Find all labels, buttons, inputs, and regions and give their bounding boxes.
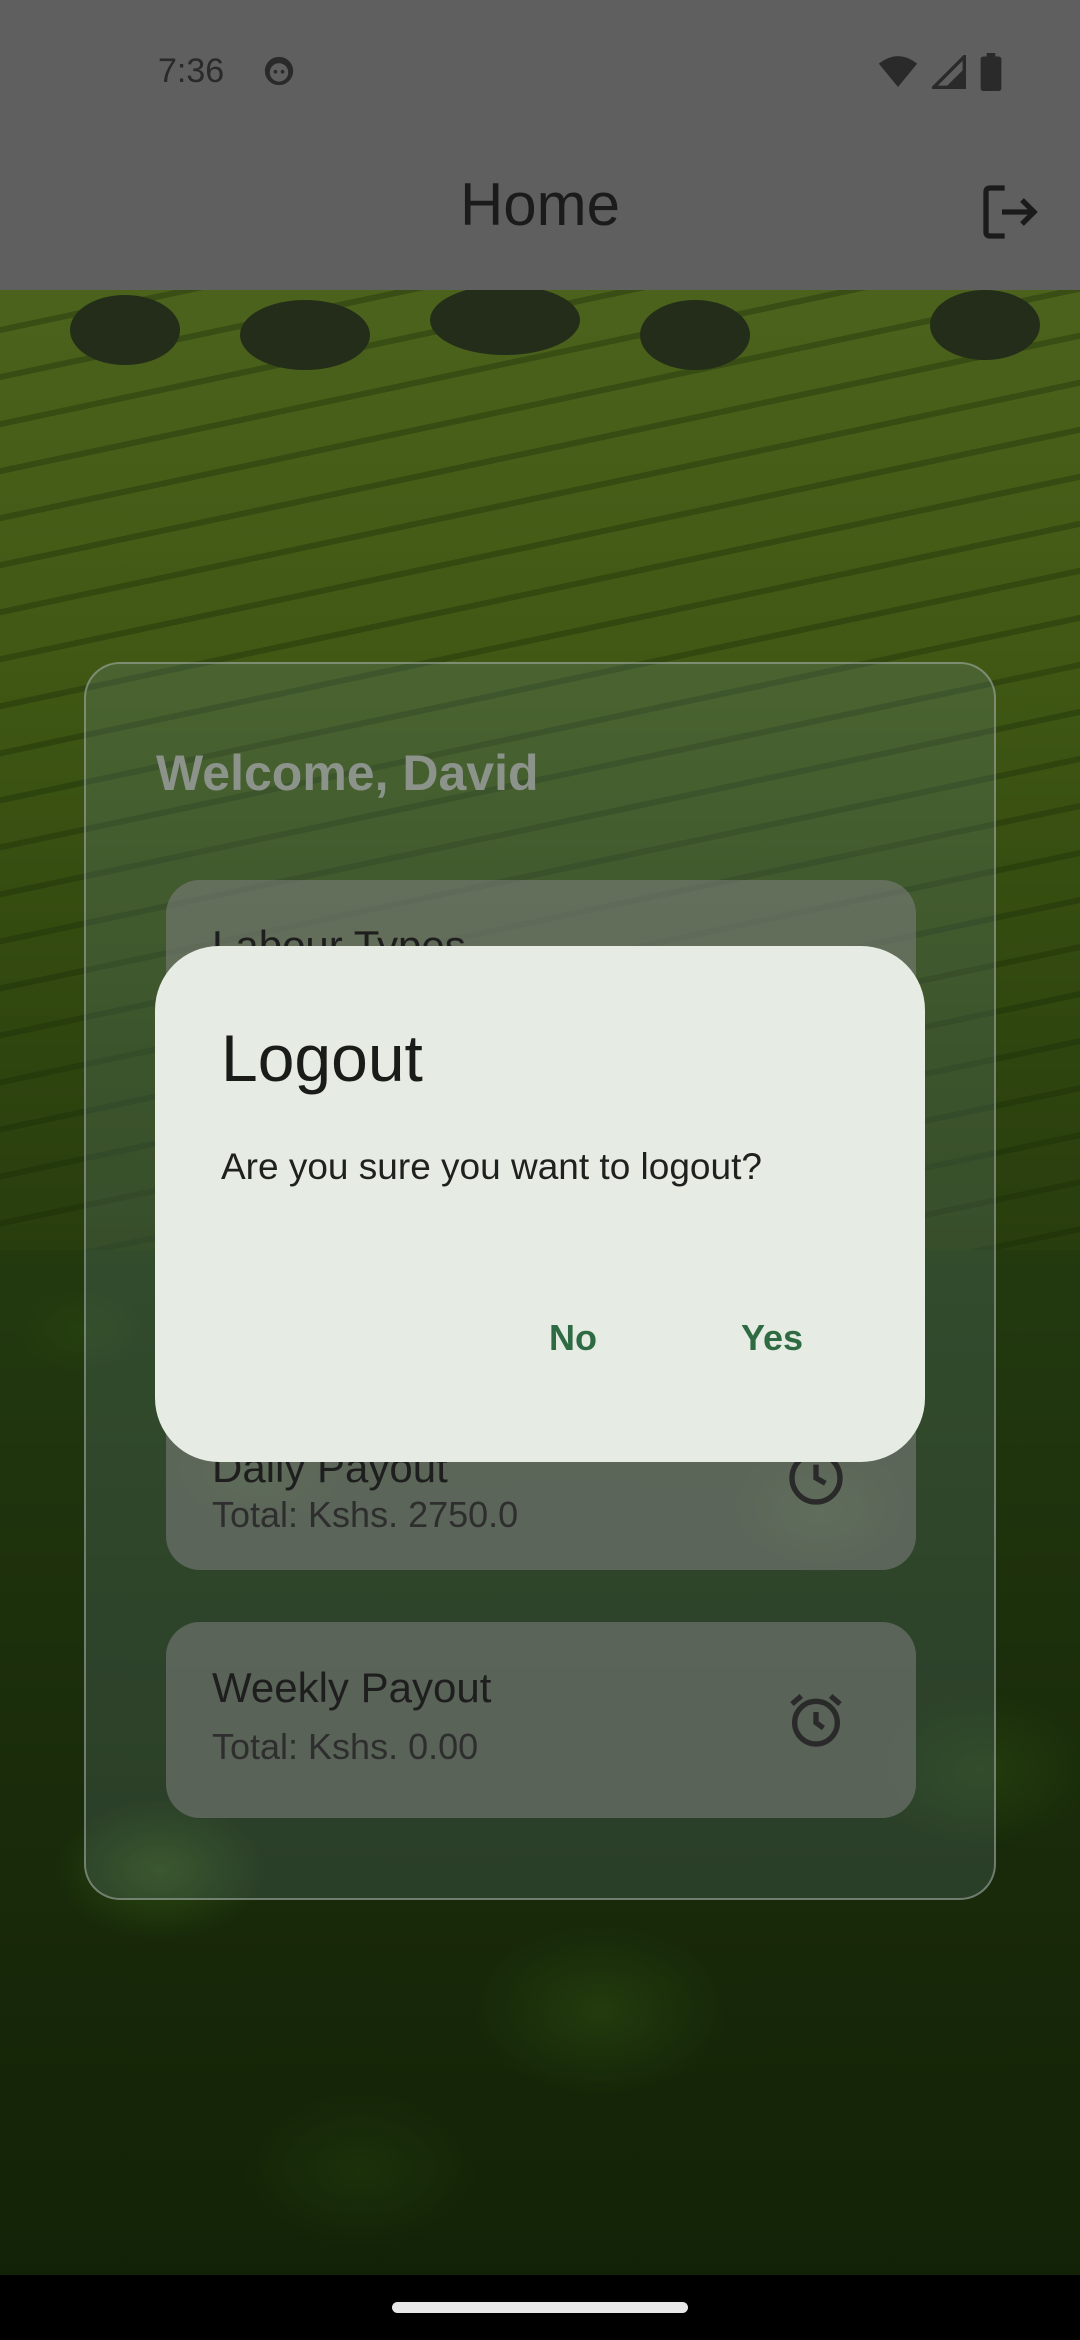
status-bar: 7:36 — [0, 0, 1080, 140]
navigation-bar — [0, 2275, 1080, 2340]
app-bar: Home — [0, 140, 1080, 290]
home-gesture-handle[interactable] — [392, 2302, 688, 2313]
logout-dialog: Logout Are you sure you want to logout? … — [155, 946, 925, 1462]
weekly-payout-tile[interactable]: Weekly Payout Total: Kshs. 0.00 — [166, 1622, 916, 1818]
tile-subtitle: Total: Kshs. 2750.0 — [212, 1494, 519, 1535]
alarm-clock-icon — [790, 1693, 842, 1747]
logout-icon[interactable] — [978, 180, 1042, 244]
tile-subtitle: Total: Kshs. 0.00 — [212, 1726, 479, 1767]
status-time: 7:36 — [158, 52, 225, 90]
tile-title: Weekly Payout — [212, 1664, 492, 1711]
yes-button[interactable]: Yes — [717, 1302, 827, 1374]
dialog-title: Logout — [221, 1021, 423, 1095]
no-button[interactable]: No — [525, 1302, 621, 1374]
battery-icon — [980, 53, 1002, 91]
face-icon — [264, 56, 294, 86]
screen: 7:36 Home Welcome, David Daily Payout To… — [0, 0, 1080, 2340]
signal-icon — [932, 55, 966, 89]
dialog-message: Are you sure you want to logout? — [221, 1146, 762, 1187]
wifi-icon — [878, 56, 918, 87]
status-icons — [878, 52, 1002, 92]
page-title: Home — [459, 171, 621, 238]
welcome-heading: Welcome, David — [156, 745, 539, 801]
